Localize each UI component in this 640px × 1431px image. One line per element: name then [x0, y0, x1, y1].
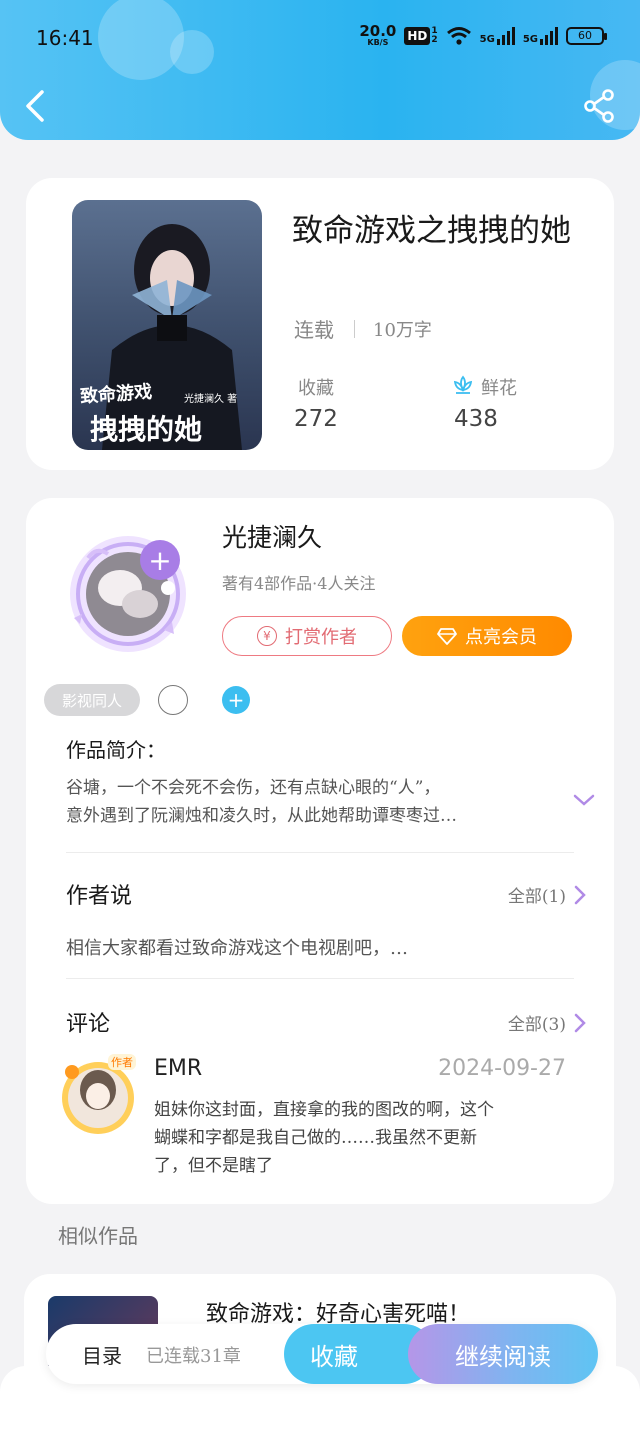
book-info-card: 致命游戏 拽拽的她 光捷澜久 著 致命游戏之拽拽的她 连载 10万字 收藏 27… — [26, 178, 614, 470]
toc-button[interactable]: 目录 — [82, 1340, 122, 1369]
author-says-more-label: 全部(1) — [507, 887, 566, 907]
tip-author-button[interactable]: ¥ 打赏作者 — [222, 616, 392, 656]
author-avatar[interactable]: + — [64, 518, 194, 658]
author-summary: 著有4部作品·4人关注 — [222, 574, 376, 593]
cover-title-text: 致命游戏 — [79, 381, 153, 408]
collect-count: 272 — [294, 406, 338, 432]
bottom-action-bar: 目录 已连载31章 收藏 继续阅读 — [46, 1324, 598, 1384]
tag-circle-icon[interactable] — [158, 685, 188, 715]
signal-icon-1: 5G — [479, 26, 515, 45]
continue-reading-button[interactable]: 继续阅读 — [408, 1324, 598, 1384]
decor-bubble — [170, 30, 214, 74]
signal-bars-icon — [496, 26, 515, 45]
comments-heading: 评论 — [66, 1012, 111, 1037]
author-says-text[interactable]: 相信大家都看过致命游戏这个电视剧吧，… — [66, 934, 408, 960]
avatar-frame — [70, 536, 186, 652]
comments-more-link[interactable]: 全部(3) — [508, 1010, 586, 1035]
activate-vip-label: 点亮会员 — [465, 627, 537, 648]
book-meta: 连载 10万字 — [294, 314, 432, 343]
flower-label: 鲜花 — [481, 378, 517, 399]
status-time: 16:41 — [36, 26, 94, 50]
status-icons: 20.0 KB/S HD 1 2 5G 5G 60 — [359, 24, 607, 47]
author-name[interactable]: 光捷澜久 — [222, 518, 322, 554]
net-speed-value: 20.0 — [359, 22, 397, 40]
signal-bars-icon — [540, 26, 558, 45]
divider — [66, 978, 574, 979]
battery-level: 60 — [578, 29, 592, 42]
intro-line-2: 意外遇到了阮澜烛和凌久时，从此她帮助谭枣枣过… — [66, 806, 457, 826]
chevron-right-icon — [574, 1013, 586, 1032]
intro-text[interactable]: 谷塘，一个不会死不会伤，还有点缺心眼的“人”， 意外遇到了阮澜烛和凌久时，从此她… — [66, 774, 566, 830]
book-title: 致命游戏之拽拽的她 — [292, 213, 571, 249]
intro-line-1: 谷塘，一个不会死不会伤，还有点缺心眼的“人”， — [66, 778, 441, 798]
author-detail-card: + 光捷澜久 著有4部作品·4人关注 ¥ 打赏作者 点亮会员 影视同人 + 作品… — [26, 498, 614, 1204]
comment-date: 2024-09-27 — [438, 1056, 566, 1081]
genre-tag[interactable]: 影视同人 — [44, 684, 140, 716]
share-icon[interactable] — [582, 88, 616, 124]
commenter-name[interactable]: EMR — [154, 1056, 202, 1081]
net-speed: 20.0 KB/S — [359, 24, 396, 47]
hd-slot-bottom: 2 — [431, 34, 438, 45]
diamond-icon — [437, 628, 457, 645]
comment-line-2: 蝴蝶和字都是我自己做的……我虽然不更新 — [154, 1128, 477, 1148]
hd-badge: HD 1 2 — [404, 26, 438, 45]
top-header: 16:41 20.0 KB/S HD 1 2 5G 5G 60 — [0, 0, 640, 140]
author-says-more-link[interactable]: 全部(1) — [508, 882, 586, 907]
similar-heading: 相似作品 — [58, 1224, 138, 1248]
battery-icon: 60 — [566, 26, 607, 45]
wifi-icon — [446, 26, 471, 45]
comment-line-1: 姐妹你这封面，直接拿的我的图改的啊，这个 — [154, 1100, 494, 1120]
continue-reading-label: 继续阅读 — [455, 1342, 551, 1371]
lotus-flower-icon — [453, 375, 473, 394]
chevron-right-icon — [574, 885, 586, 904]
collect-label: 收藏 — [298, 378, 334, 399]
follow-plus-icon[interactable]: + — [140, 540, 180, 580]
book-cover[interactable]: 致命游戏 拽拽的她 光捷澜久 著 — [72, 200, 262, 450]
book-status: 连载 — [294, 318, 334, 342]
comments-more-label: 全部(3) — [507, 1015, 566, 1035]
cover-subtitle-text: 拽拽的她 — [90, 413, 203, 446]
chevron-left-icon[interactable] — [22, 88, 50, 124]
activate-vip-button[interactable]: 点亮会员 — [402, 616, 572, 656]
signal-label-1: 5G — [479, 33, 495, 45]
book-word-count: 10万字 — [373, 319, 432, 341]
author-says-heading: 作者说 — [66, 884, 133, 909]
yen-coin-icon: ¥ — [257, 626, 277, 646]
signal-icon-2: 5G — [522, 26, 558, 45]
author-badge: 作者 — [108, 1054, 136, 1070]
divider — [66, 852, 574, 853]
hd-label: HD — [404, 26, 431, 45]
comment-line-3: 了，但不是瞎了 — [154, 1156, 273, 1176]
add-tag-button[interactable]: + — [222, 686, 250, 714]
tip-author-label: 打赏作者 — [285, 627, 357, 648]
collect-button-label: 收藏 — [310, 1342, 358, 1371]
decor-bubble — [98, 0, 184, 80]
net-speed-unit: KB/S — [367, 38, 389, 47]
chapter-count: 已连载31章 — [146, 1346, 241, 1367]
flower-count: 438 — [454, 406, 498, 432]
comment-text[interactable]: 姐妹你这封面，直接拿的我的图改的啊，这个 蝴蝶和字都是我自己做的……我虽然不更新… — [154, 1096, 574, 1180]
cover-author-text: 光捷澜久 著 — [184, 394, 238, 405]
chevron-down-icon[interactable] — [572, 790, 596, 810]
hd-sim-slots: 1 2 — [431, 26, 438, 45]
commenter-avatar[interactable]: 作者 — [58, 1050, 142, 1140]
signal-label-2: 5G — [522, 33, 538, 45]
meta-divider — [354, 319, 355, 338]
intro-heading: 作品简介： — [66, 738, 166, 762]
